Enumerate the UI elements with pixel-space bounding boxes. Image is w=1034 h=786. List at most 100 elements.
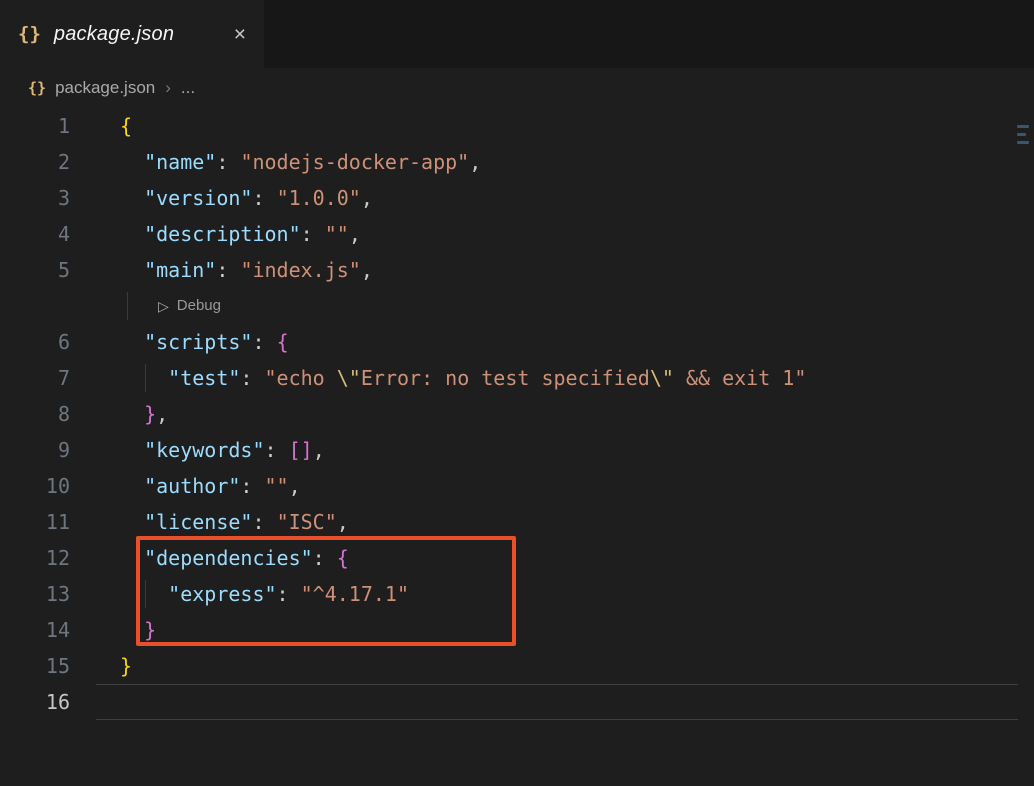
code-line[interactable]: 8 }, — [0, 396, 1034, 432]
code-line[interactable]: 4 "description": "", — [0, 216, 1034, 252]
debug-codelens-link[interactable]: Debug — [177, 288, 221, 324]
breadcrumb: {} package.json › ... — [0, 68, 1034, 108]
tab-package-json[interactable]: {} package.json × — [0, 0, 264, 68]
code-line[interactable]: 2 "name": "nodejs-docker-app", — [0, 144, 1034, 180]
code-text: "express": "^4.17.1" — [120, 576, 409, 612]
current-line-highlight — [96, 684, 1018, 720]
code-text: { — [120, 108, 132, 144]
token: : — [264, 438, 289, 462]
token: "express" — [168, 582, 277, 606]
code-line[interactable]: 10 "author": "", — [0, 468, 1034, 504]
indent-guide — [145, 364, 146, 392]
line-number[interactable]: 9 — [0, 432, 70, 468]
line-number[interactable]: 13 — [0, 576, 70, 612]
line-number[interactable] — [0, 288, 70, 324]
code-text: "author": "", — [120, 468, 301, 504]
line-number[interactable]: 10 — [0, 468, 70, 504]
code-line[interactable]: 12 "dependencies": { — [0, 540, 1034, 576]
token: { — [120, 114, 133, 138]
minimap-mark — [1017, 133, 1026, 136]
line-number[interactable]: 6 — [0, 324, 70, 360]
code-line[interactable]: 11 "license": "ISC", — [0, 504, 1034, 540]
token: "version" — [144, 186, 253, 210]
minimap[interactable] — [1015, 120, 1033, 149]
token: : — [276, 582, 301, 606]
token: \" — [649, 366, 674, 390]
token: : — [252, 330, 277, 354]
line-number[interactable]: 4 — [0, 216, 70, 252]
token: "ISC" — [276, 510, 337, 534]
code-text: }, — [120, 396, 168, 432]
minimap-mark — [1017, 141, 1029, 144]
token: , — [156, 402, 169, 426]
code-text: "license": "ISC", — [120, 504, 349, 540]
line-number[interactable]: 15 — [0, 648, 70, 684]
token: , — [360, 258, 373, 282]
indent-guide — [127, 292, 128, 320]
line-number[interactable]: 7 — [0, 360, 70, 396]
code-text: "main": "index.js", — [120, 252, 373, 288]
minimap-mark — [1017, 125, 1029, 128]
token: "license" — [144, 510, 253, 534]
line-number[interactable]: 12 — [0, 540, 70, 576]
breadcrumb-symbol-ellipsis[interactable]: ... — [181, 78, 195, 98]
breadcrumb-file[interactable]: package.json — [55, 78, 155, 98]
tab-bar: {} package.json × — [0, 0, 1034, 68]
code-line[interactable]: 3 "version": "1.0.0", — [0, 180, 1034, 216]
code-line[interactable]: 14 } — [0, 612, 1034, 648]
line-number[interactable]: 1 — [0, 108, 70, 144]
token: , — [469, 150, 482, 174]
line-number[interactable]: 3 — [0, 180, 70, 216]
token: "echo — [264, 366, 337, 390]
close-tab-icon[interactable]: × — [234, 24, 246, 45]
token: { — [276, 330, 289, 354]
line-number[interactable]: 11 — [0, 504, 70, 540]
code-line[interactable]: 6 "scripts": { — [0, 324, 1034, 360]
token: } — [144, 618, 157, 642]
code-line[interactable]: 9 "keywords": [], — [0, 432, 1034, 468]
code-line[interactable]: 13 "express": "^4.17.1" — [0, 576, 1034, 612]
line-number[interactable]: 8 — [0, 396, 70, 432]
debug-play-icon[interactable]: ▷ — [158, 288, 169, 324]
token: : — [252, 186, 277, 210]
token: "index.js" — [240, 258, 361, 282]
line-number[interactable]: 5 — [0, 252, 70, 288]
code-text: "dependencies": { — [120, 540, 349, 576]
code-line[interactable]: 15} — [0, 648, 1034, 684]
codelens-content: ▷ Debug — [158, 288, 221, 324]
token: , — [288, 474, 301, 498]
token: [] — [288, 438, 313, 462]
token: , — [336, 510, 349, 534]
token: "" — [324, 222, 349, 246]
token: "1.0.0" — [276, 186, 361, 210]
token: "main" — [144, 258, 217, 282]
token: "nodejs-docker-app" — [240, 150, 470, 174]
token: \" — [336, 366, 361, 390]
token: } — [120, 654, 133, 678]
token: } — [144, 402, 157, 426]
editor[interactable]: 1{2 "name": "nodejs-docker-app", 3 "versi… — [0, 108, 1034, 786]
code-text: } — [120, 648, 132, 684]
chevron-right-icon: › — [165, 78, 171, 97]
token: "^4.17.1" — [300, 582, 410, 606]
code-line[interactable]: 7 "test": "echo \"Error: no test specifi… — [0, 360, 1034, 396]
line-number[interactable]: 14 — [0, 612, 70, 648]
code-line[interactable]: 1{ — [0, 108, 1034, 144]
json-braces-icon: {} — [18, 23, 41, 45]
token: { — [336, 546, 349, 570]
codelens-row[interactable]: ▷ Debug — [0, 288, 1034, 324]
code-line[interactable]: 5 "main": "index.js", — [0, 252, 1034, 288]
line-number[interactable]: 2 — [0, 144, 70, 180]
token: "keywords" — [144, 438, 265, 462]
token: , — [348, 222, 361, 246]
token: "name" — [144, 150, 217, 174]
line-number[interactable]: 16 — [0, 684, 70, 720]
